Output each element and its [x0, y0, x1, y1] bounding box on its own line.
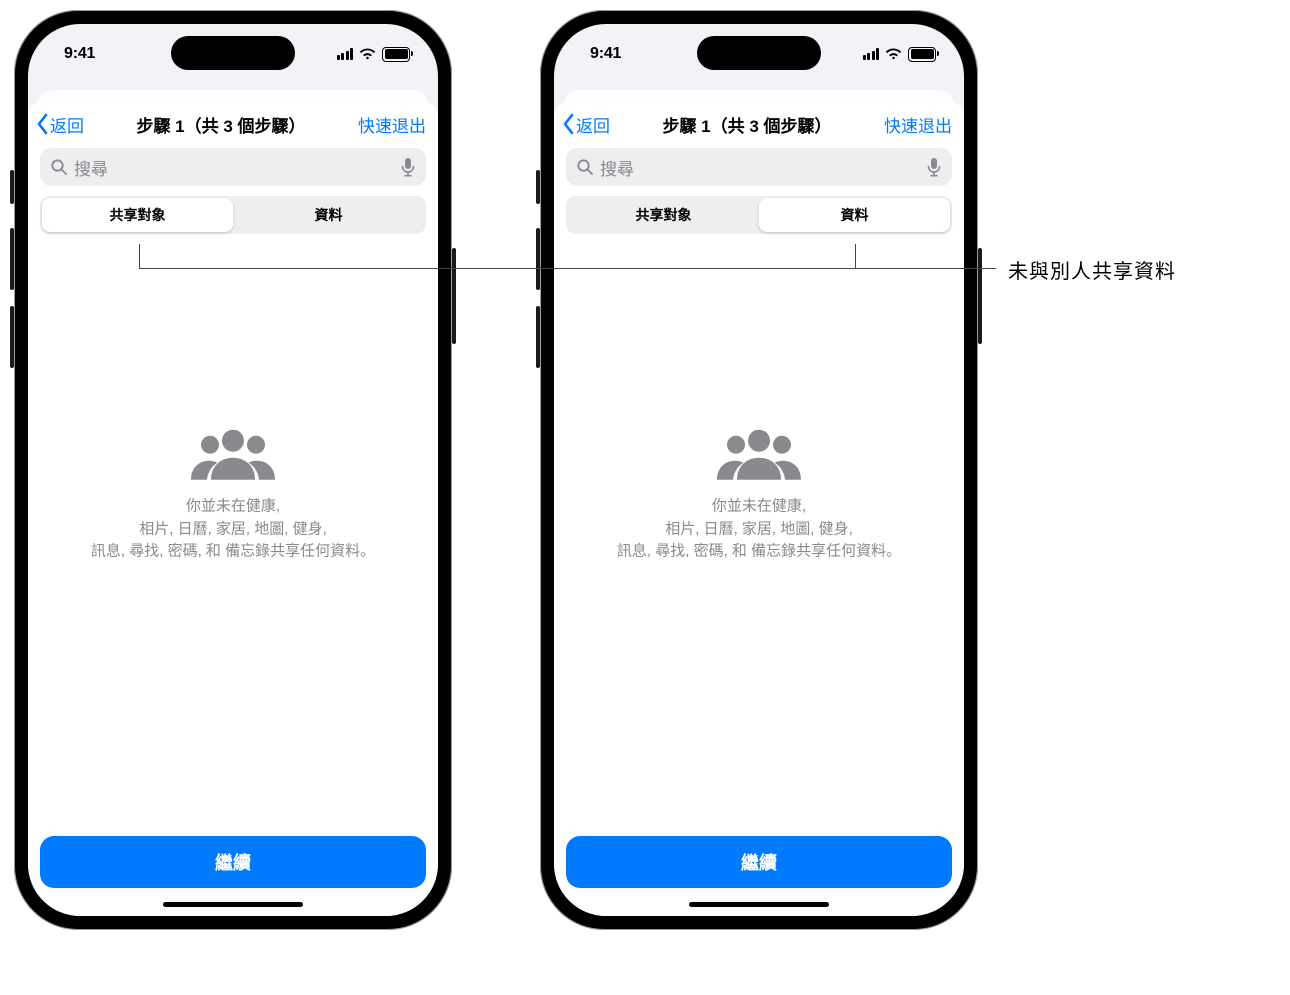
battery-icon	[908, 47, 936, 62]
callout-line	[139, 268, 996, 269]
status-bar: 9:41	[28, 24, 438, 78]
side-button-volume-up[interactable]	[10, 228, 14, 290]
side-button-power[interactable]	[452, 248, 456, 344]
side-button-silent[interactable]	[10, 170, 14, 204]
status-time: 9:41	[590, 45, 621, 63]
empty-line-3: 訊息, 尋找, 密碼, 和 備忘錄共享任何資料。	[594, 541, 924, 564]
nav-title: 步驟 1（共 3 個步驟）	[662, 112, 831, 137]
screen: 9:41 返回 步驟 1（共 3 個步驟）	[554, 24, 964, 916]
empty-line-1: 你並未在健康,	[594, 496, 924, 519]
mic-icon[interactable]	[400, 157, 416, 177]
side-button-volume-up[interactable]	[536, 228, 540, 290]
continue-button[interactable]: 繼續	[40, 836, 426, 888]
empty-state: 你並未在健康, 相片, 日曆, 家居, 地圖, 健身, 訊息, 尋找, 密碼, …	[28, 428, 438, 564]
wifi-icon	[359, 48, 376, 60]
search-icon	[50, 158, 68, 176]
tab-share-info[interactable]: 資料	[759, 198, 950, 232]
empty-line-3: 訊息, 尋找, 密碼, 和 備忘錄共享任何資料。	[68, 541, 398, 564]
callout-line	[139, 244, 140, 268]
phone-frame-right: 9:41 返回 步驟 1（共 3 個步驟）	[540, 10, 978, 930]
side-button-volume-down[interactable]	[536, 306, 540, 368]
segmented-control: 共享對象 資料	[566, 196, 952, 234]
home-indicator[interactable]	[163, 902, 303, 907]
wifi-icon	[885, 48, 902, 60]
search-placeholder: 搜尋	[600, 155, 920, 180]
nav-bar: 返回 步驟 1（共 3 個步驟） 快速退出	[28, 102, 438, 146]
tab-share-people[interactable]: 共享對象	[568, 198, 759, 232]
status-bar: 9:41	[554, 24, 964, 78]
mic-icon[interactable]	[926, 157, 942, 177]
nav-bar: 返回 步驟 1（共 3 個步驟） 快速退出	[554, 102, 964, 146]
home-indicator[interactable]	[689, 902, 829, 907]
empty-line-2: 相片, 日曆, 家居, 地圖, 健身,	[594, 518, 924, 541]
cellular-icon	[863, 48, 880, 60]
empty-line-2: 相片, 日曆, 家居, 地圖, 健身,	[68, 518, 398, 541]
callout-line	[855, 244, 856, 268]
back-button[interactable]: 返回	[32, 112, 84, 137]
empty-line-1: 你並未在健康,	[68, 496, 398, 519]
people-group-icon	[717, 428, 801, 482]
quick-exit-button[interactable]: 快速退出	[358, 112, 426, 137]
search-placeholder: 搜尋	[74, 155, 394, 180]
segmented-control: 共享對象 資料	[40, 196, 426, 234]
sheet: 返回 步驟 1（共 3 個步驟） 快速退出 搜尋 共享	[554, 102, 964, 916]
status-time: 9:41	[64, 45, 95, 63]
back-label: 返回	[50, 112, 84, 137]
chevron-left-icon	[34, 113, 50, 135]
battery-icon	[382, 47, 410, 62]
people-group-icon	[191, 428, 275, 482]
empty-state: 你並未在健康, 相片, 日曆, 家居, 地圖, 健身, 訊息, 尋找, 密碼, …	[554, 428, 964, 564]
continue-button[interactable]: 繼續	[566, 836, 952, 888]
screen: 9:41 返回 步驟 1（共 3 個步驟）	[28, 24, 438, 916]
cellular-icon	[337, 48, 354, 60]
tab-share-info[interactable]: 資料	[233, 198, 424, 232]
phone-frame-left: 9:41 返回 步驟 1（共 3 個步驟）	[14, 10, 452, 930]
search-field[interactable]: 搜尋	[40, 148, 426, 186]
side-button-volume-down[interactable]	[10, 306, 14, 368]
chevron-left-icon	[560, 113, 576, 135]
side-button-power[interactable]	[978, 248, 982, 344]
search-icon	[576, 158, 594, 176]
side-button-silent[interactable]	[536, 170, 540, 204]
nav-title: 步驟 1（共 3 個步驟）	[136, 112, 305, 137]
search-field[interactable]: 搜尋	[566, 148, 952, 186]
tab-share-people[interactable]: 共享對象	[42, 198, 233, 232]
back-label: 返回	[576, 112, 610, 137]
callout-label: 未與別人共享資料	[1008, 255, 1176, 284]
quick-exit-button[interactable]: 快速退出	[884, 112, 952, 137]
back-button[interactable]: 返回	[558, 112, 610, 137]
sheet: 返回 步驟 1（共 3 個步驟） 快速退出 搜尋 共享	[28, 102, 438, 916]
